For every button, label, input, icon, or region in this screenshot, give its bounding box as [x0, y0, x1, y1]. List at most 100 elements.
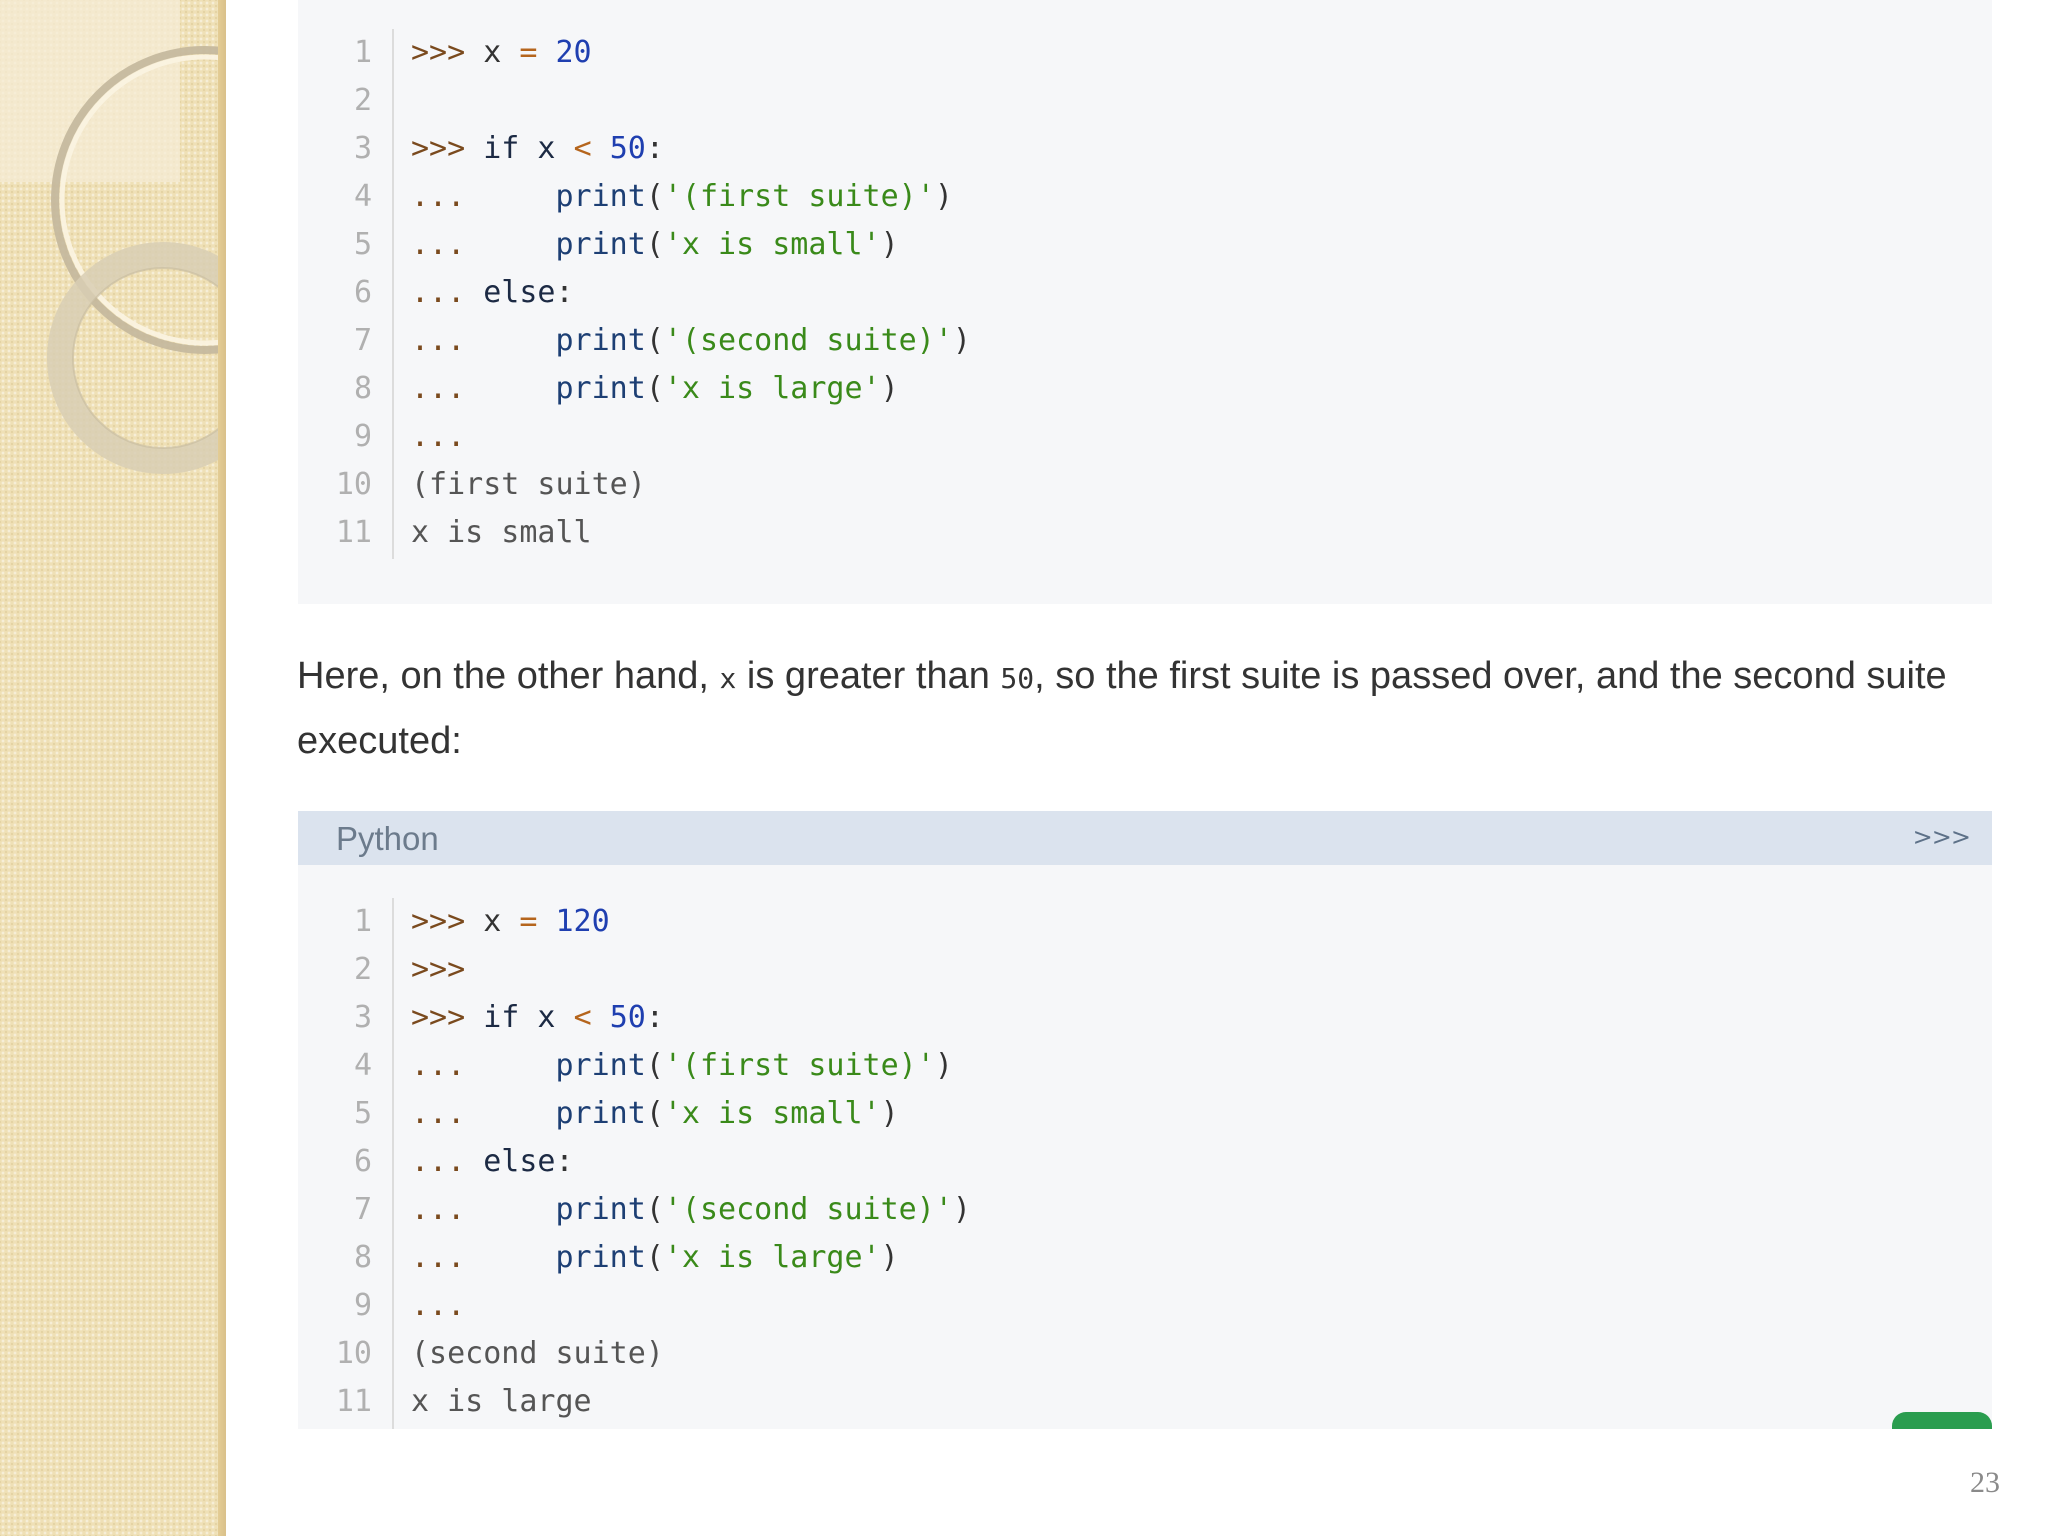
code-text: ... else:: [411, 1138, 574, 1186]
page-number: 23: [1970, 1466, 2000, 1499]
line-number: 7: [353, 1192, 372, 1227]
code-token: >>>: [411, 35, 484, 70]
code-token: <: [573, 1000, 592, 1035]
code-text: ... print('(second suite)'): [411, 317, 971, 365]
code-token: ): [952, 1192, 971, 1227]
code-text: ... print('(first suite)'): [411, 173, 953, 221]
code-token: 50: [609, 131, 646, 166]
code-token: ): [952, 323, 971, 358]
line-number: 4: [353, 1048, 372, 1083]
code-token: ): [880, 1240, 899, 1275]
code-token: print: [555, 227, 646, 262]
code-text: ... print('x is large'): [411, 1234, 899, 1282]
code-token: ): [880, 371, 899, 406]
code-token: print: [555, 1048, 646, 1083]
line-number: 11: [335, 1384, 372, 1419]
feedback-tab[interactable]: [1892, 1412, 1992, 1429]
code-token: (: [645, 1240, 664, 1275]
code-text: >>> if x < 50:: [411, 994, 664, 1042]
line-number: 6: [353, 1144, 372, 1179]
code-token: (: [645, 227, 664, 262]
line-number: 11: [335, 515, 372, 550]
code-token: ...: [411, 1048, 556, 1083]
code-token: ...: [411, 179, 556, 214]
line-number: 1: [353, 35, 372, 70]
decorative-square: [0, 0, 180, 182]
line-number: 2: [353, 952, 372, 987]
code-token: (: [645, 323, 664, 358]
decorative-circles: [0, 0, 226, 474]
code-token: x is large: [411, 1384, 592, 1419]
code-token: ): [934, 1048, 953, 1083]
code-token: 'x is large': [663, 1240, 881, 1275]
code-text: ...: [411, 413, 465, 461]
code-token: ...: [411, 323, 556, 358]
code-token: (: [645, 1048, 664, 1083]
line-number: 8: [353, 371, 372, 406]
paragraph-text-1: Here, on the other hand,: [297, 655, 720, 697]
code-token: >>>: [411, 952, 466, 987]
toggle-prompt-button[interactable]: >>>: [1913, 822, 1971, 852]
code-token: ...: [411, 227, 556, 262]
code-token: '(second suite)': [663, 323, 953, 358]
code-text: (second suite): [411, 1330, 664, 1378]
left-decorative-panel: [0, 0, 226, 1536]
code-token: else: [483, 275, 556, 310]
line-number: 8: [353, 1240, 372, 1275]
code-token: :: [555, 275, 574, 310]
code-text: x is large: [411, 1378, 592, 1426]
code-token: (: [645, 1096, 664, 1131]
code-token: ...: [411, 275, 484, 310]
code-token: 'x is small': [663, 227, 881, 262]
code-text: ... else:: [411, 269, 574, 317]
code-token: ): [880, 1096, 899, 1131]
code-token: x: [483, 35, 520, 70]
code-token: print: [555, 1240, 646, 1275]
explanation-paragraph: Here, on the other hand, x is greater th…: [297, 645, 1997, 772]
code-text: ... print('x is small'): [411, 221, 899, 269]
code-text: >>> x = 120: [411, 898, 610, 946]
code-token: print: [555, 1096, 646, 1131]
code-text: ...: [411, 1282, 465, 1330]
code-token: <: [573, 131, 592, 166]
code-token: (second suite): [411, 1336, 664, 1371]
code-text: ... print('(first suite)'): [411, 1042, 953, 1090]
code-token: ...: [411, 419, 466, 454]
code-text: (first suite): [411, 461, 646, 509]
code-token: print: [555, 371, 646, 406]
inline-code-x: x: [719, 662, 737, 695]
code-token: '(first suite)': [663, 1048, 935, 1083]
code-token: 120: [555, 904, 610, 939]
code-token: >>>: [411, 131, 484, 166]
code-token: ...: [411, 1144, 484, 1179]
code-token: '(second suite)': [663, 1192, 953, 1227]
code-token: if x: [483, 131, 574, 166]
inline-code-50: 50: [1000, 662, 1035, 695]
decorative-ring-small: [47, 242, 226, 474]
line-gutter-1: [392, 29, 394, 559]
code-token: ...: [411, 1240, 556, 1275]
code-block-1: 1 >>> x = 20 2 3 >>> if x < 50: 4... print('(…: [298, 0, 1992, 604]
code-token: (first suite): [411, 467, 646, 502]
line-number: 5: [353, 227, 372, 262]
code-token: else: [483, 1144, 556, 1179]
code-token: =: [519, 35, 538, 70]
line-number: 3: [353, 1000, 372, 1035]
code-block-header: Python >>>: [298, 811, 1992, 865]
code-token: ...: [411, 371, 556, 406]
code-token: ...: [411, 1096, 556, 1131]
line-number: 1: [353, 904, 372, 939]
code-token: print: [555, 179, 646, 214]
code-token: 50: [609, 1000, 646, 1035]
line-number: 10: [335, 467, 372, 502]
code-token: x: [483, 904, 520, 939]
code-token: :: [645, 1000, 664, 1035]
code-text: ... print('x is small'): [411, 1090, 899, 1138]
code-token: 20: [555, 35, 592, 70]
code-token: >>>: [411, 904, 484, 939]
code-token: :: [555, 1144, 574, 1179]
